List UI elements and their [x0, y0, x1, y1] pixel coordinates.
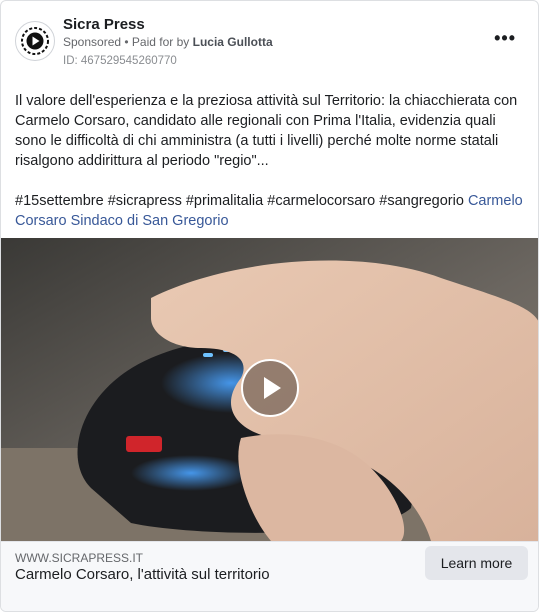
play-button[interactable]: [241, 359, 299, 417]
play-icon: [264, 377, 281, 399]
post-body: Il valore dell'esperienza e la preziosa …: [15, 91, 529, 231]
more-options-icon[interactable]: •••: [494, 29, 516, 47]
meta-separator: •: [121, 35, 132, 49]
link-headline[interactable]: Carmelo Corsaro, l'attività sul territor…: [15, 566, 270, 583]
ad-card: Sicra Press Sponsored • Paid for by Luci…: [0, 0, 539, 612]
post-message: Il valore dell'esperienza e la preziosa …: [15, 93, 518, 169]
page-name[interactable]: Sicra Press: [63, 16, 145, 33]
post-hashtags: #15settembre #sicrapress #primalitalia #…: [15, 191, 529, 231]
ad-id: ID: 467529545260770: [63, 55, 177, 67]
sponsored-label: Sponsored: [63, 35, 122, 49]
learn-more-button[interactable]: Learn more: [425, 546, 528, 580]
sponsored-meta: Sponsored • Paid for by Lucia Gullotta: [63, 35, 273, 49]
paid-for-name: Lucia Gullotta: [192, 35, 273, 49]
sicra-press-logo: [21, 27, 49, 55]
link-footer[interactable]: WWW.SICRAPRESS.IT Carmelo Corsaro, l'att…: [1, 541, 538, 611]
link-domain: WWW.SICRAPRESS.IT: [15, 551, 144, 565]
post-header: Sicra Press Sponsored • Paid for by Luci…: [1, 1, 538, 81]
hashtag-list[interactable]: #15settembre #sicrapress #primalitalia #…: [15, 193, 468, 209]
page-avatar[interactable]: [15, 21, 55, 61]
paid-for-prefix: Paid for by: [131, 35, 193, 49]
